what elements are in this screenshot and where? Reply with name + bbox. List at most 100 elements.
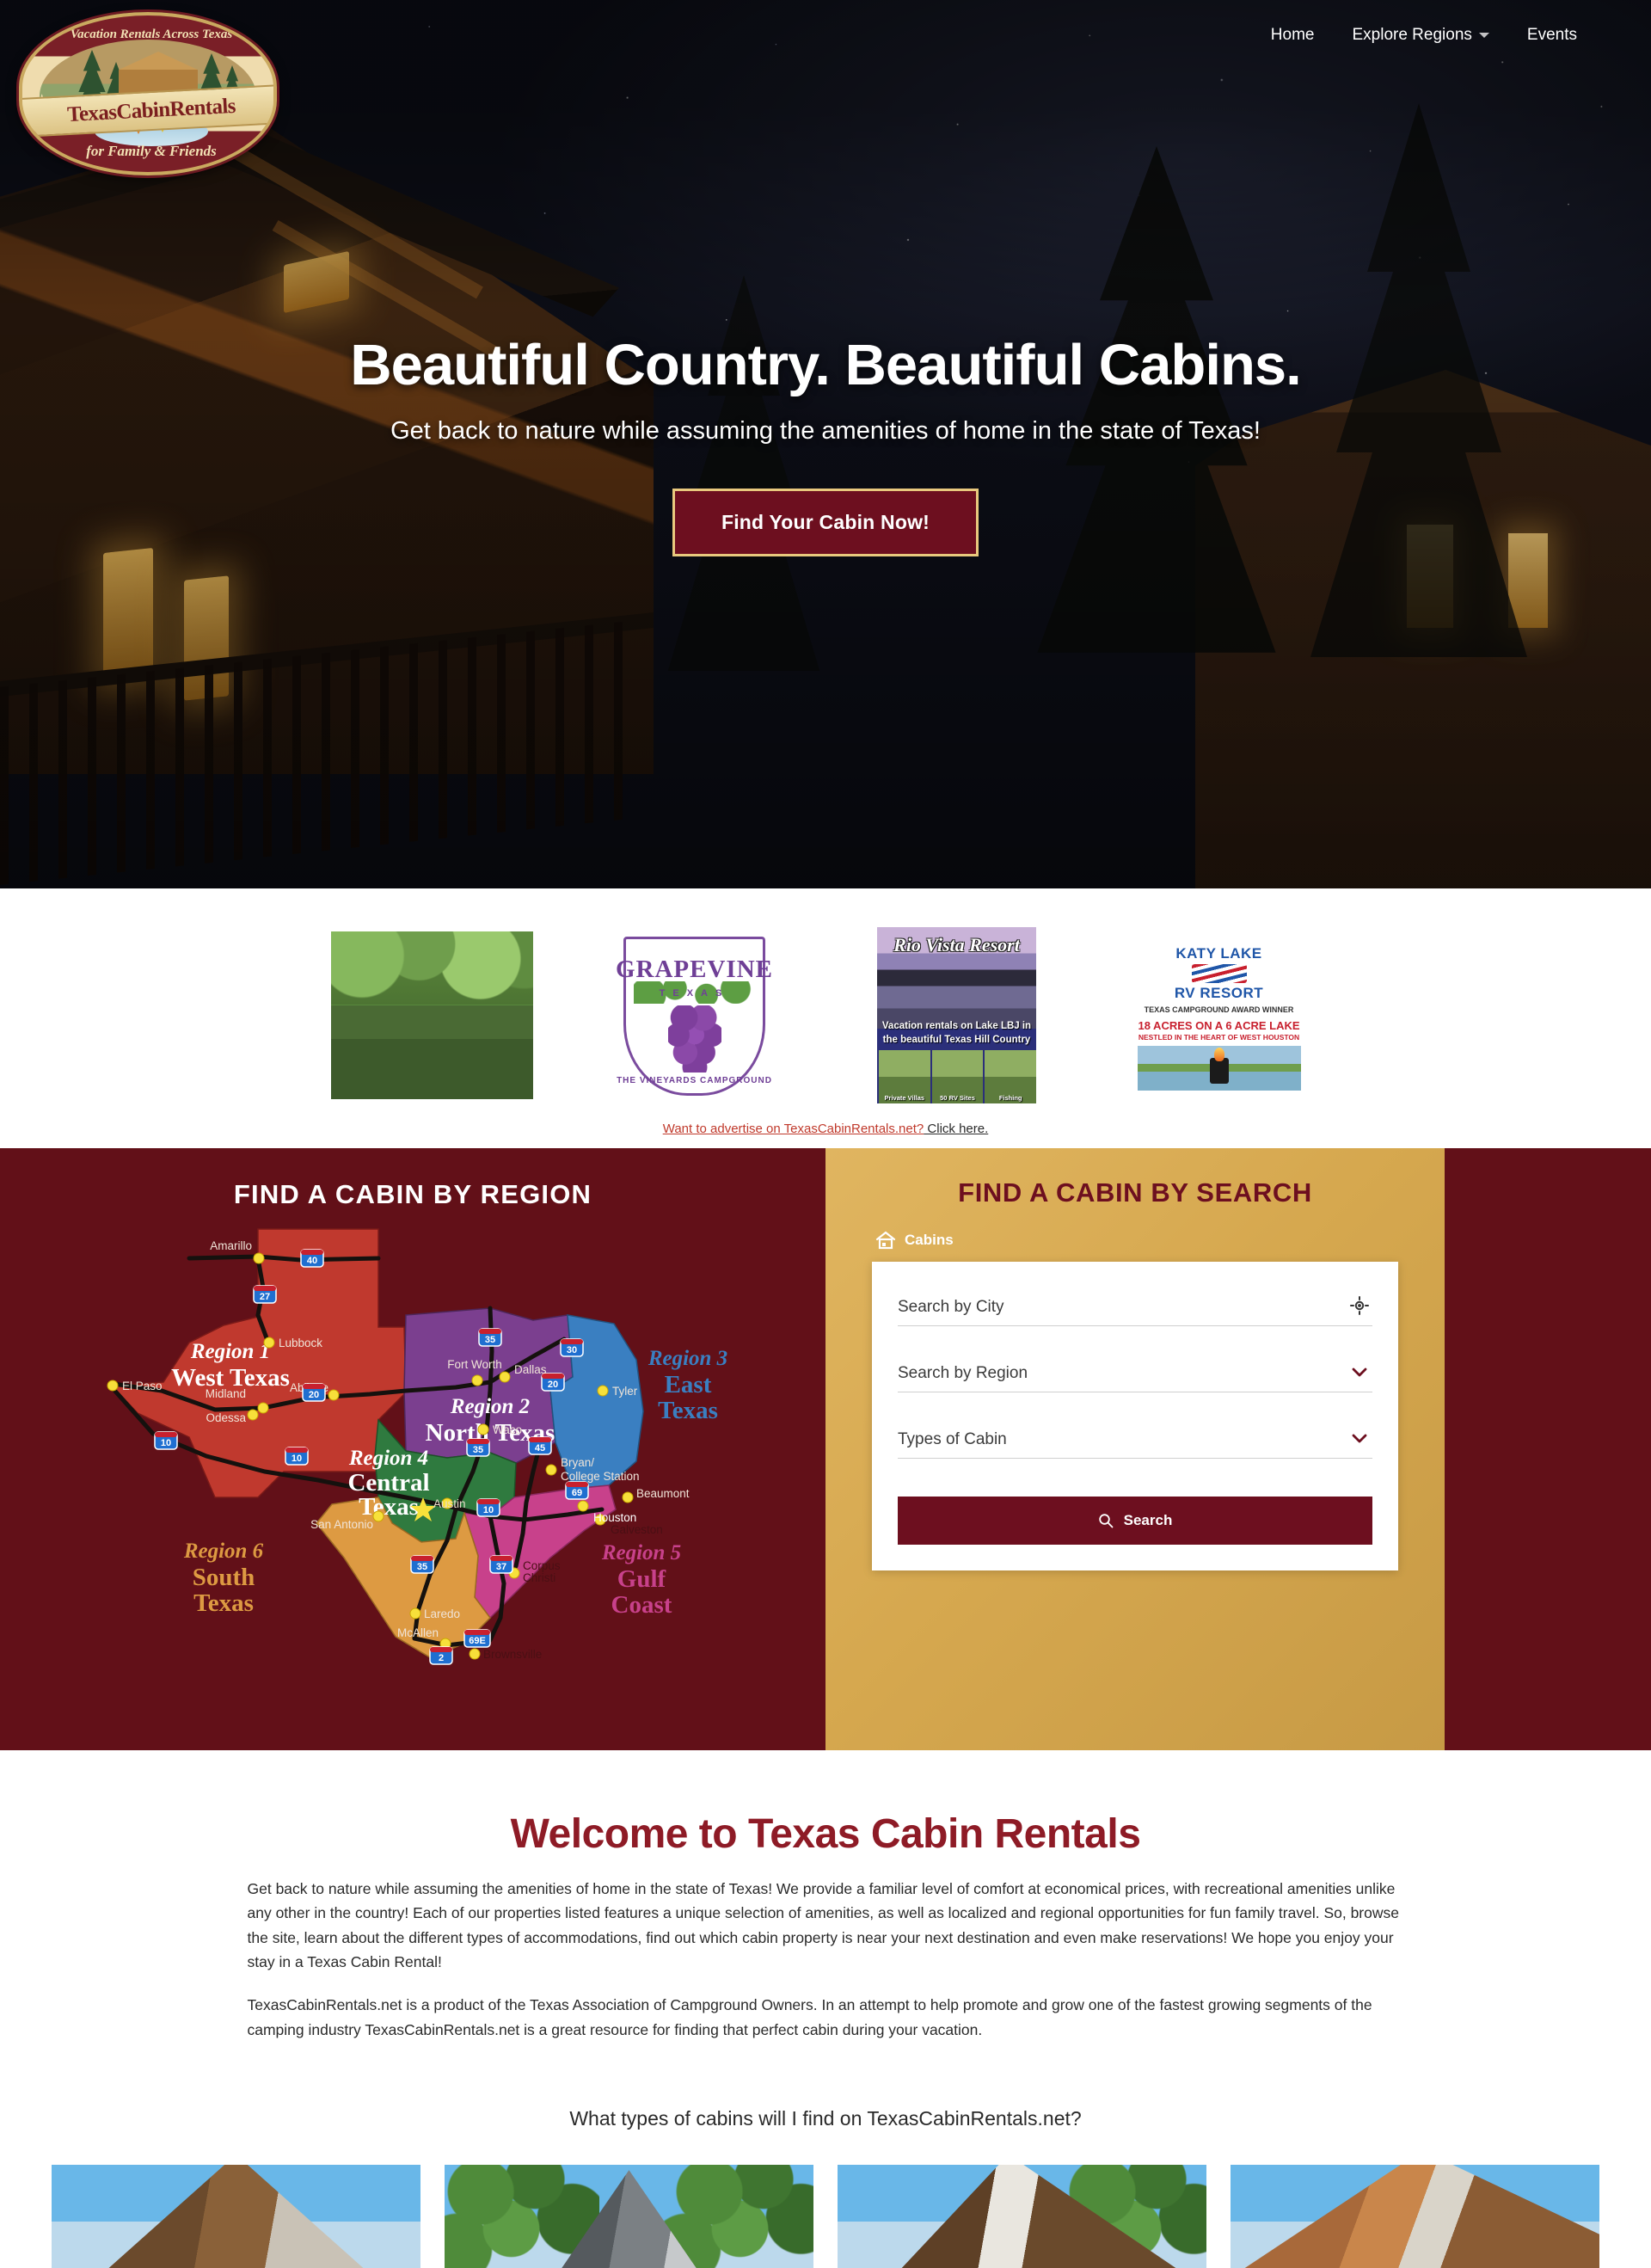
svg-text:37: 37 [496, 1562, 506, 1572]
click-here-link[interactable]: Click here. [924, 1122, 988, 1136]
thumb-label: Private Villas [884, 1094, 925, 1102]
sponsor-ancient-oaks[interactable]: ANCIENT OAKS RV PARK Quiet Atmosphere & … [331, 931, 533, 1099]
hero-headline: Beautiful Country. Beautiful Cabins. [350, 333, 1302, 397]
cabin-type-gallery [0, 2165, 1651, 2268]
svg-text:San Antonio: San Antonio [310, 1518, 373, 1531]
sponsor-grapevine[interactable]: GRAPEVINE TEXAS THE VINEYARDS CAMPGROUND [593, 931, 795, 1099]
sponsor-row: ANCIENT OAKS RV PARK Quiet Atmosphere & … [0, 927, 1651, 1103]
chevron-down-icon[interactable] [1350, 1429, 1369, 1452]
search-by-region-field[interactable]: Search by Region [898, 1364, 1372, 1392]
svg-text:Galveston: Galveston [611, 1523, 663, 1536]
svg-text:McAllen: McAllen [397, 1626, 439, 1639]
types-of-cabin-field[interactable]: Types of Cabin [898, 1430, 1372, 1459]
svg-text:Tyler: Tyler [612, 1385, 638, 1398]
map-label-region3-name2: Texas [658, 1397, 718, 1424]
logo-name: TexasCabinRentals [66, 94, 236, 127]
sponsor-award: TEXAS CAMPGROUND AWARD WINNER [1144, 1005, 1294, 1014]
map-label-region5-number: Region 5 [601, 1541, 681, 1564]
home-icon [875, 1231, 896, 1250]
welcome-copy: Get back to nature while assuming the am… [248, 1877, 1404, 2042]
thumb-label: Fishing [998, 1094, 1022, 1102]
sponsor-line2: RV RESORT [1174, 985, 1264, 1001]
svg-text:35: 35 [485, 1335, 495, 1345]
nav-label: Explore Regions [1352, 26, 1472, 44]
welcome-paragraph-2: TexasCabinRentals.net is a product of th… [247, 1996, 1372, 2038]
nav-item-home[interactable]: Home [1266, 19, 1320, 52]
logo-arc-bottom: for Family & Friends [86, 143, 217, 159]
cabin-types-question: What types of cabins will I find on Texa… [569, 2107, 1082, 2130]
sponsor-tagline: Quiet Atmosphere & Hospitality will embr… [331, 931, 533, 1085]
cabin-photo-1[interactable] [52, 2165, 420, 2268]
sponsor-title: GRAPEVINE [615, 956, 773, 983]
site-logo[interactable]: Vacation Rentals Across Texas ★ ★ TexasC… [19, 12, 277, 175]
cabin-finder-section: FIND A CABIN BY REGION Region 1 West Tex… [0, 1148, 1651, 1750]
svg-text:El Paso: El Paso [122, 1380, 163, 1392]
svg-text:Waco: Waco [493, 1423, 522, 1436]
sponsor-thumbnail-strip: Private Villas 50 RV Sites Fishing [877, 1050, 1036, 1103]
advertise-link[interactable]: Want to advertise on TexasCabinRentals.n… [663, 1122, 924, 1136]
chevron-down-icon [1478, 33, 1489, 38]
svg-text:Brownsville: Brownsville [483, 1648, 542, 1661]
map-label-region5-name1: Gulf [617, 1565, 666, 1593]
fire-pit-icon [1209, 1048, 1229, 1084]
map-label-region6-number: Region 6 [183, 1540, 264, 1563]
cabin-photo-2[interactable] [445, 2165, 813, 2268]
svg-text:Bryan/: Bryan/ [561, 1456, 594, 1469]
cabin-photo-4[interactable] [1231, 2165, 1599, 2268]
logo-arc-top: Vacation Rentals Across Texas [70, 28, 233, 41]
lake-photo-decoration [1137, 1046, 1301, 1091]
svg-text:30: 30 [567, 1345, 577, 1355]
sponsor-banner: Rio Vista Resort Vacation rentals on Lak… [877, 927, 1036, 1103]
svg-text:Corpus: Corpus [523, 1559, 561, 1572]
sponsor-caption: Vacation rentals on Lake LBJ in the beau… [881, 1021, 1032, 1045]
sponsor-thumb: Fishing [983, 1050, 1036, 1103]
svg-text:Beaumont: Beaumont [636, 1487, 690, 1500]
sponsor-sub: NESTLED IN THE HEART OF WEST HOUSTON [1138, 1033, 1300, 1042]
cabin-photo-3[interactable] [838, 2165, 1206, 2268]
cabins-label: Cabins [905, 1232, 954, 1248]
svg-text:Austin: Austin [433, 1497, 466, 1510]
search-by-city-placeholder: Search by City [898, 1298, 1004, 1316]
svg-text:20: 20 [548, 1380, 558, 1390]
svg-text:10: 10 [483, 1505, 494, 1515]
texas-region-map[interactable]: Region 1 West Texas Region 2 North Texas… [86, 1214, 740, 1695]
sponsor-banner: GRAPEVINE TEXAS THE VINEYARDS CAMPGROUND [615, 931, 774, 1099]
flag-swoosh-icon [1191, 964, 1247, 983]
nav-item-explore-regions[interactable]: Explore Regions [1347, 19, 1494, 52]
search-by-city-field[interactable]: Search by City [898, 1296, 1372, 1326]
top-bar: Vacation Rentals Across Texas ★ ★ TexasC… [0, 0, 1651, 175]
search-icon [1098, 1514, 1114, 1528]
map-label-region3-name1: East [665, 1371, 712, 1398]
hero-section: Vacation Rentals Across Texas ★ ★ TexasC… [0, 0, 1651, 888]
svg-text:Midland: Midland [206, 1387, 246, 1400]
search-button[interactable]: Search [898, 1497, 1372, 1545]
nav-label: Events [1526, 26, 1577, 44]
sponsor-katy-lake[interactable]: KATY LAKE RV RESORT TEXAS CAMPGROUND AWA… [1118, 931, 1320, 1099]
sponsor-subtitle: THE VINEYARDS CAMPGROUND [617, 1076, 772, 1085]
sponsor-section: ANCIENT OAKS RV PARK Quiet Atmosphere & … [0, 888, 1651, 1136]
svg-text:Houston: Houston [593, 1511, 636, 1524]
svg-text:45: 45 [535, 1443, 545, 1454]
find-your-cabin-button[interactable]: Find Your Cabin Now! [672, 489, 979, 556]
sponsor-rio-vista[interactable]: Rio Vista Resort Vacation rentals on Lak… [856, 927, 1058, 1103]
sponsor-headline: 18 ACRES ON A 6 ACRE LAKE [1138, 1019, 1300, 1032]
sponsor-title: Rio Vista Resort [893, 934, 1020, 956]
map-label-region4-number: Region 4 [348, 1447, 428, 1470]
chevron-down-icon[interactable] [1350, 1362, 1369, 1386]
svg-text:27: 27 [260, 1292, 270, 1302]
find-by-search-title: FIND A CABIN BY SEARCH [958, 1177, 1312, 1208]
find-by-region-title: FIND A CABIN BY REGION [233, 1179, 592, 1209]
svg-text:69E: 69E [469, 1636, 486, 1646]
main-navigation: Home Explore Regions Events [1266, 19, 1582, 52]
map-label-region4-name2: Texas [359, 1493, 419, 1521]
sponsor-thumb: Private Villas [877, 1050, 930, 1103]
crosshair-icon[interactable] [1350, 1296, 1369, 1319]
svg-text:40: 40 [307, 1256, 317, 1266]
svg-text:69: 69 [572, 1488, 582, 1498]
sponsor-line1: KATY LAKE [1175, 945, 1262, 962]
types-of-cabin-placeholder: Types of Cabin [898, 1430, 1007, 1448]
svg-text:10: 10 [161, 1438, 171, 1448]
nav-item-events[interactable]: Events [1522, 19, 1582, 52]
map-label-region5-name2: Coast [611, 1591, 672, 1619]
svg-text:Odessa: Odessa [206, 1411, 246, 1424]
